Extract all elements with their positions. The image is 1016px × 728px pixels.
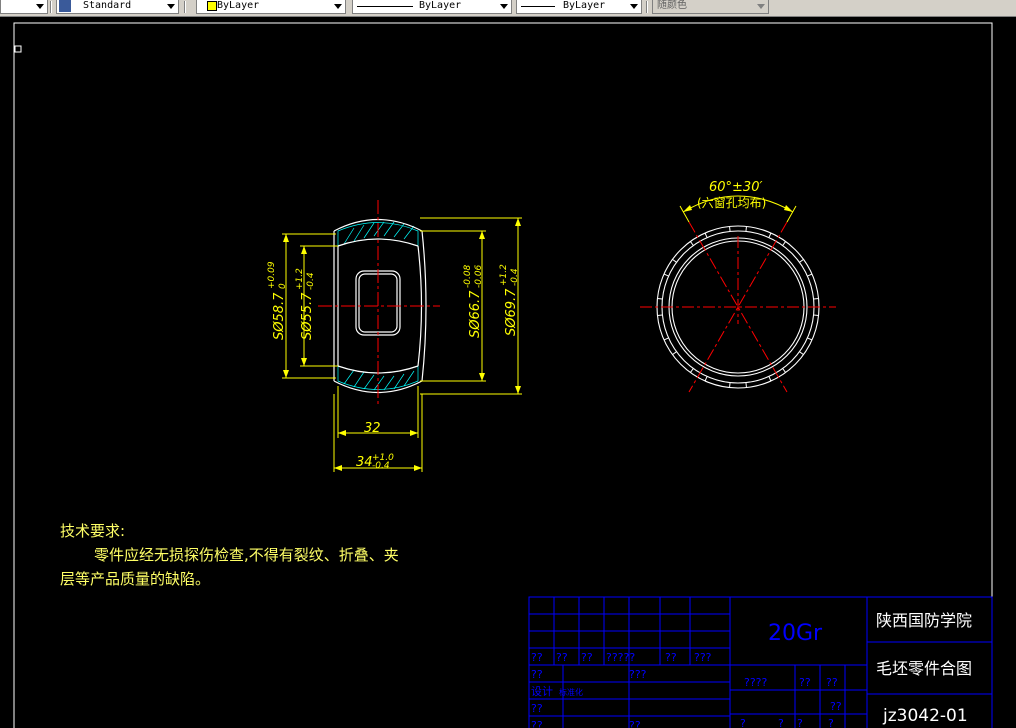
dim-sphere-69-tol-lower: -0.4 — [510, 268, 520, 286]
end-view: 60°±30′ (六窗孔均布) — [640, 180, 836, 393]
dim-width-34: 34 — [356, 455, 373, 470]
svg-text:?: ? — [797, 717, 803, 728]
drawing-title: 毛坯零件合图 — [876, 659, 972, 678]
svg-text:??: ?? — [531, 702, 543, 715]
linetype-dropdown[interactable]: ByLayer — [352, 0, 512, 14]
svg-text:??: ?? — [531, 719, 543, 728]
plotstyle-value: 随颜色 — [657, 0, 687, 11]
text-style-dropdown[interactable]: Standard — [56, 0, 179, 14]
color-value: ByLayer — [217, 0, 260, 11]
drawing-border — [13, 22, 993, 728]
dim-sphere-58: SØ58.7 — [272, 292, 287, 340]
lineweight-value: ByLayer — [563, 0, 606, 11]
dim-sphere-69: SØ69.7 — [504, 288, 519, 336]
dim-sphere-55-tol-lower: -0.4 — [306, 272, 316, 290]
dim-sphere-55: SØ55.7 — [300, 292, 315, 340]
svg-text:???: ??? — [629, 668, 647, 681]
angle-label: 60°±30′ — [709, 180, 762, 195]
dim-width-34-tol-lower: -0.4 — [372, 461, 390, 471]
lineweight-sample — [521, 6, 555, 7]
dim-sphere-55-tol-upper: +1.2 — [295, 268, 305, 290]
title-block: 20Gr 陕西国防学院 毛坯零件合图 jz3042-01 ?? ?? ?? ??… — [528, 596, 993, 728]
dimensions — [282, 217, 522, 472]
chevron-down-icon — [500, 4, 508, 9]
svg-text:???: ??? — [694, 651, 712, 664]
svg-text:?: ? — [778, 717, 784, 728]
notes-heading: 技术要求: — [60, 522, 126, 540]
svg-text:??: ?? — [629, 719, 641, 728]
toolbar-separator — [646, 1, 648, 13]
dim-sphere-66-tol-upper: -0.08 — [463, 264, 473, 288]
dim-width-32: 32 — [364, 421, 381, 436]
section-view: SØ58.7 +0.09 0 SØ55.7 +1.2 -0.4 SØ66.7 -… — [267, 200, 522, 472]
svg-text:?: ? — [828, 717, 834, 728]
color-swatch-icon — [207, 1, 217, 11]
svg-text:?????: ????? — [606, 651, 635, 664]
properties-toolbar: Standard ByLayer ByLayer ByLayer 随颜色 — [0, 0, 1016, 17]
window-notch — [782, 241, 804, 263]
svg-text:??: ?? — [531, 651, 543, 664]
dim-sphere-58-tol-lower: 0 — [278, 283, 288, 289]
window-notch — [672, 351, 694, 373]
ucs-marker-icon — [14, 45, 22, 53]
cad-drawing: SØ58.7 +0.09 0 SØ55.7 +1.2 -0.4 SØ66.7 -… — [13, 22, 993, 728]
chevron-down-icon — [757, 4, 765, 9]
chevron-down-icon — [334, 4, 342, 9]
dim-sphere-69-tol-upper: +1.2 — [499, 264, 509, 286]
text-style-icon — [59, 0, 71, 12]
angle-note: (六窗孔均布) — [697, 196, 766, 210]
lineweight-dropdown[interactable]: ByLayer — [516, 0, 642, 14]
dim-sphere-66: SØ66.7 — [468, 290, 483, 338]
toolbar-separator — [50, 1, 52, 13]
svg-text:??: ?? — [830, 700, 842, 713]
linetype-sample — [357, 6, 413, 7]
svg-text:??: ?? — [799, 676, 811, 689]
notes-line-1: 零件应经无损探伤检查,不得有裂纹、折叠、夹 — [94, 546, 399, 564]
linetype-value: ByLayer — [419, 0, 462, 11]
svg-text:设计: 设计 — [531, 685, 553, 698]
school-name: 陕西国防学院 — [876, 611, 972, 630]
dim-sphere-58-tol-upper: +0.09 — [267, 261, 277, 289]
svg-text:????: ???? — [744, 676, 768, 689]
svg-text:??: ?? — [581, 651, 593, 664]
drawing-number: jz3042-01 — [882, 706, 968, 726]
svg-text:?: ? — [740, 717, 746, 728]
notes-line-2: 层等产品质量的缺陷。 — [60, 570, 211, 588]
chevron-down-icon — [630, 4, 638, 9]
svg-text:??: ?? — [826, 676, 838, 689]
svg-text:??: ?? — [665, 651, 677, 664]
dim-sphere-66-tol-lower: -0.06 — [474, 264, 484, 288]
text-style-value: Standard — [83, 0, 132, 11]
dropdown-left-edge[interactable] — [0, 0, 48, 14]
plotstyle-dropdown[interactable]: 随颜色 — [652, 0, 769, 14]
drawing-canvas[interactable]: SØ58.7 +0.09 0 SØ55.7 +1.2 -0.4 SØ66.7 -… — [0, 16, 1016, 728]
window-notch — [672, 241, 694, 263]
chevron-down-icon — [36, 4, 44, 9]
svg-text:??: ?? — [556, 651, 568, 664]
svg-text:??: ?? — [531, 668, 543, 681]
window-notch — [782, 351, 804, 373]
chevron-down-icon — [167, 4, 175, 9]
svg-text:标准化: 标准化 — [559, 687, 583, 697]
material-label: 20Gr — [768, 621, 823, 646]
toolbar-separator — [184, 1, 186, 13]
color-dropdown[interactable]: ByLayer — [196, 0, 346, 14]
